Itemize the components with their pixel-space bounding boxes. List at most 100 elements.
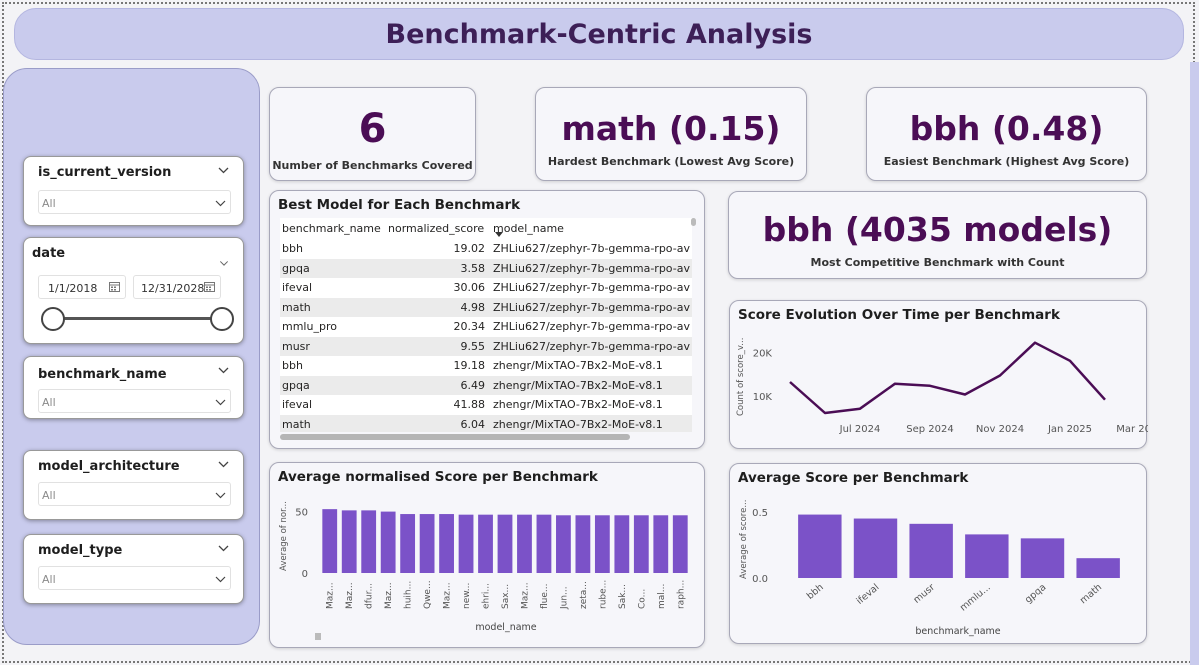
bar[interactable]: [575, 515, 591, 573]
sort-descending-icon[interactable]: [495, 232, 503, 238]
chevron-down-icon[interactable]: [218, 459, 229, 470]
chevron-down-icon[interactable]: [218, 165, 229, 176]
chevron-down-icon[interactable]: [218, 543, 229, 554]
chart-scrollbar[interactable]: [315, 633, 321, 640]
x-tick-label: huih...: [404, 581, 414, 609]
calendar-icon[interactable]: [109, 281, 120, 292]
horizontal-scrollbar[interactable]: [280, 434, 630, 440]
date-end-input[interactable]: 12/31/2028: [133, 275, 221, 299]
bar[interactable]: [1020, 538, 1065, 578]
page-title: Benchmark-Centric Analysis: [385, 18, 813, 50]
column-header[interactable]: model_name: [491, 218, 692, 239]
bar[interactable]: [965, 534, 1009, 578]
cell-model-name: zhengr/MixTAO-7Bx2-MoE-v8.1: [491, 414, 692, 432]
bar[interactable]: [653, 515, 669, 573]
slicer-label: benchmark_name: [38, 367, 167, 382]
x-tick-label: Nov 2024: [976, 424, 1024, 435]
cell-model-name: zhengr/MixTAO-7Bx2-MoE-v8.1: [493, 359, 663, 373]
x-tick-label: gpqa: [1023, 582, 1048, 606]
bar[interactable]: [536, 514, 552, 573]
table-row[interactable]: musr 9.55 ZHLiu627/zephyr-7b-gemma-rpo-av: [280, 336, 692, 356]
bar[interactable]: [614, 515, 630, 573]
table-row[interactable]: bbh 19.18 zhengr/MixTAO-7Bx2-MoE-v8.1: [280, 356, 692, 376]
cell-normalized-score: 6.04: [386, 414, 491, 432]
title-banner: Benchmark-Centric Analysis: [14, 8, 1184, 60]
bar[interactable]: [1076, 558, 1120, 578]
date-range-end-handle[interactable]: [210, 307, 234, 331]
table-row[interactable]: ifeval 30.06 ZHLiu627/zephyr-7b-gemma-rpo-…: [280, 278, 692, 298]
column-header[interactable]: benchmark_name: [280, 218, 386, 239]
bar[interactable]: [400, 514, 416, 573]
bar[interactable]: [478, 514, 493, 573]
bar[interactable]: [341, 510, 357, 573]
slicer-label: is_current_version: [38, 165, 172, 180]
is-current-version-dropdown[interactable]: All: [38, 190, 231, 214]
x-axis-label: model_name: [475, 622, 536, 633]
bar[interactable]: [361, 510, 377, 573]
table-row[interactable]: gpqa 3.58 ZHLiu627/zephyr-7b-gemma-rpo-av: [280, 258, 692, 278]
x-tick-label: Jan 2025: [1047, 424, 1092, 435]
bar[interactable]: [380, 511, 396, 573]
x-tick-label: rube...: [598, 580, 608, 609]
bar[interactable]: [594, 515, 610, 573]
table-row[interactable]: mmlu_pro 20.34 ZHLiu627/zephyr-7b-gemma-rp…: [280, 317, 692, 337]
x-tick-label: Sax...: [501, 584, 511, 609]
x-tick-label: Maz...: [345, 582, 355, 609]
chevron-down-icon: [215, 200, 226, 207]
bar[interactable]: [633, 515, 649, 573]
cell-model-name: ZHLiu627/zephyr-7b-gemma-rpo-av: [493, 281, 690, 295]
bar[interactable]: [439, 514, 454, 573]
x-tick-label: mal...: [657, 584, 667, 609]
cell-normalized-score: 41.88: [453, 398, 486, 412]
slicer-label: model_architecture: [38, 459, 180, 474]
bar[interactable]: [458, 514, 474, 573]
avg-normalised-score-panel: Average normalised Score per Benchmark A…: [269, 462, 705, 648]
bar[interactable]: [517, 514, 532, 573]
model-architecture-dropdown[interactable]: All: [38, 482, 231, 506]
table-row[interactable]: bbh 19.02 ZHLiu627/zephyr-7b-gemma-rpo-av: [280, 239, 692, 259]
chevron-down-icon[interactable]: [219, 259, 229, 268]
cell-normalized-score: 30.06: [453, 281, 486, 295]
slicer-model-type: model_type All: [23, 534, 244, 604]
x-tick-label: raph...: [676, 580, 686, 609]
date-range-start-handle[interactable]: [41, 307, 65, 331]
table-row[interactable]: math 6.04 zhengr/MixTAO-7Bx2-MoE-v8.1: [280, 414, 692, 432]
cell-benchmark-name: gpqa: [280, 258, 386, 278]
calendar-icon[interactable]: [204, 281, 215, 292]
date-end-value: 12/31/2028: [141, 282, 205, 295]
avg-score-chart: Average of score...0.0 0.5 bbh ifeval musr mm…: [739, 500, 1120, 637]
bar[interactable]: [798, 514, 842, 578]
column-header[interactable]: normalized_score: [386, 218, 491, 239]
chevron-down-icon[interactable]: [218, 365, 229, 376]
kpi-value: bbh (4035 models): [762, 210, 1113, 249]
bar[interactable]: [419, 514, 435, 573]
kpi-most-competitive: bbh (4035 models) Most Competitive Bench…: [728, 191, 1147, 279]
kpi-hardest-benchmark: math (0.15) Hardest Benchmark (Lowest Av…: [535, 87, 807, 181]
bar[interactable]: [909, 523, 953, 578]
x-tick-label: zeta...: [579, 581, 589, 609]
vertical-scrollbar[interactable]: [691, 218, 696, 226]
table-row[interactable]: math 4.98 ZHLiu627/zephyr-7b-gemma-rpo-av: [280, 297, 692, 317]
model-type-dropdown[interactable]: All: [38, 566, 231, 590]
x-tick-label: ifeval: [855, 582, 882, 607]
table-row[interactable]: ifeval 41.88 zhengr/MixTAO-7Bx2-MoE-v8.1: [280, 395, 692, 415]
bar[interactable]: [322, 509, 338, 573]
cell-normalized-score: 20.34: [453, 320, 486, 334]
benchmark-name-dropdown[interactable]: All: [38, 389, 231, 413]
y-axis-label: Average of score...: [739, 500, 749, 579]
y-axis-label: Average of nor...: [279, 501, 289, 571]
slicer-benchmark-name: benchmark_name All: [23, 356, 244, 419]
dropdown-value: All: [42, 396, 56, 409]
bar[interactable]: [853, 518, 898, 578]
x-tick-label: Maz...: [443, 582, 453, 609]
table-row[interactable]: gpqa 6.49 zhengr/MixTAO-7Bx2-MoE-v8.1: [280, 375, 692, 395]
bar[interactable]: [672, 515, 688, 573]
bar[interactable]: [497, 514, 513, 573]
date-start-input[interactable]: 1/1/2018: [38, 275, 126, 299]
series-line[interactable]: [789, 341, 1106, 415]
y-tick-label: 10K: [753, 392, 773, 403]
best-model-table: benchmark_name normalized_score model_na…: [280, 218, 692, 432]
kpi-value: math (0.15): [561, 109, 781, 148]
kpi-label: Easiest Benchmark (Highest Avg Score): [883, 155, 1130, 168]
bar[interactable]: [556, 515, 571, 573]
